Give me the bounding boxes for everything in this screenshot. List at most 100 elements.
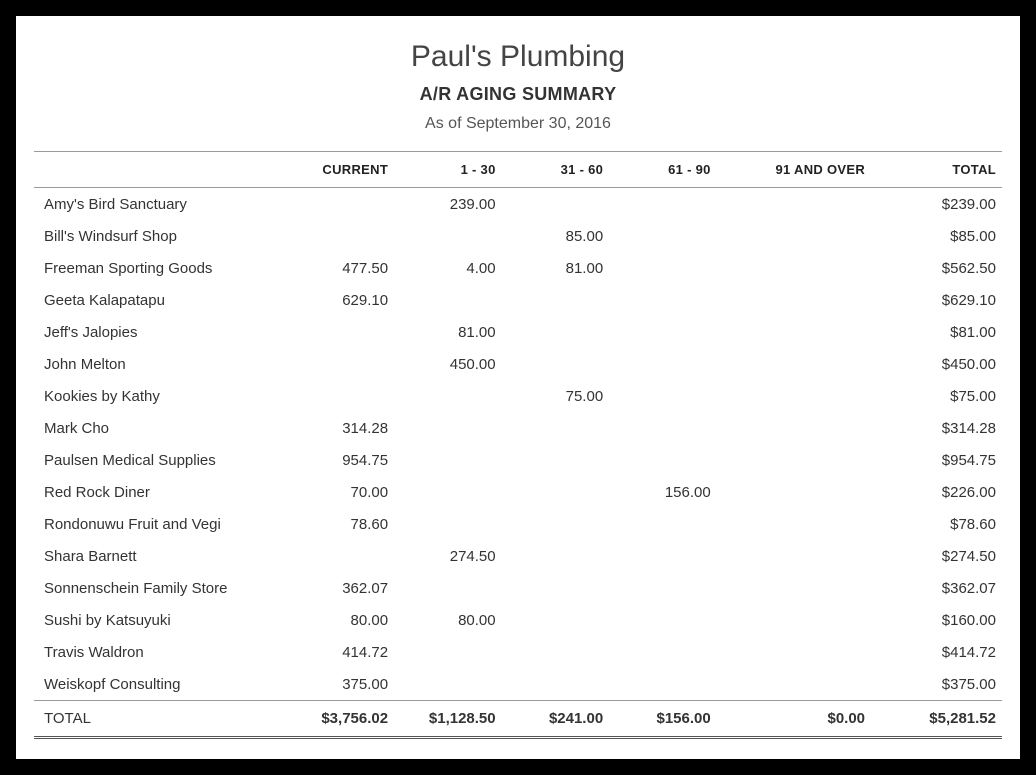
total-31-60: $241.00 xyxy=(502,701,610,738)
cell-1-30: 81.00 xyxy=(394,316,502,348)
cell-customer-name: Geeta Kalapatapu xyxy=(34,284,287,316)
table-row: Rondonuwu Fruit and Vegi78.60$78.60 xyxy=(34,508,1002,540)
cell-current: 414.72 xyxy=(287,636,395,668)
col-header-91-over: 91 AND OVER xyxy=(717,152,871,188)
cell-31-60 xyxy=(502,444,610,476)
cell-customer-name: Shara Barnett xyxy=(34,540,287,572)
cell-total: $954.75 xyxy=(871,444,1002,476)
table-row: Freeman Sporting Goods477.504.0081.00$56… xyxy=(34,252,1002,284)
cell-1-30 xyxy=(394,636,502,668)
table-row: Jeff's Jalopies 81.00 $81.00 xyxy=(34,316,1002,348)
cell-customer-name: Jeff's Jalopies xyxy=(34,316,287,348)
cell-total: $85.00 xyxy=(871,220,1002,252)
cell-61-90 xyxy=(609,412,717,444)
table-header-row: CURRENT 1 - 30 31 - 60 61 - 90 91 AND OV… xyxy=(34,152,1002,188)
cell-1-30 xyxy=(394,476,502,508)
cell-current: 362.07 xyxy=(287,572,395,604)
cell-31-60: 81.00 xyxy=(502,252,610,284)
cell-total: $75.00 xyxy=(871,380,1002,412)
report-header: Paul's Plumbing A/R AGING SUMMARY As of … xyxy=(34,40,1002,133)
table-row: Bill's Windsurf Shop85.00$85.00 xyxy=(34,220,1002,252)
table-row: Shara Barnett 274.50 $274.50 xyxy=(34,540,1002,572)
cell-current: 314.28 xyxy=(287,412,395,444)
cell-1-30: 4.00 xyxy=(394,252,502,284)
cell-total: $78.60 xyxy=(871,508,1002,540)
total-grand: $5,281.52 xyxy=(871,701,1002,738)
cell-91-over xyxy=(717,220,871,252)
cell-total: $81.00 xyxy=(871,316,1002,348)
col-header-name xyxy=(34,152,287,188)
cell-61-90 xyxy=(609,604,717,636)
table-row: Weiskopf Consulting375.00$375.00 xyxy=(34,668,1002,701)
cell-31-60 xyxy=(502,476,610,508)
cell-31-60: 75.00 xyxy=(502,380,610,412)
cell-31-60 xyxy=(502,636,610,668)
cell-1-30: 239.00 xyxy=(394,188,502,221)
table-row: Travis Waldron414.72$414.72 xyxy=(34,636,1002,668)
cell-customer-name: Paulsen Medical Supplies xyxy=(34,444,287,476)
aging-table: CURRENT 1 - 30 31 - 60 61 - 90 91 AND OV… xyxy=(34,151,1002,739)
cell-1-30 xyxy=(394,668,502,701)
cell-1-30 xyxy=(394,220,502,252)
table-row: Amy's Bird Sanctuary239.00$239.00 xyxy=(34,188,1002,221)
cell-31-60 xyxy=(502,668,610,701)
cell-61-90 xyxy=(609,636,717,668)
total-61-90: $156.00 xyxy=(609,701,717,738)
total-1-30: $1,128.50 xyxy=(394,701,502,738)
cell-customer-name: John Melton xyxy=(34,348,287,380)
cell-91-over xyxy=(717,604,871,636)
cell-91-over xyxy=(717,636,871,668)
cell-current: 80.00 xyxy=(287,604,395,636)
cell-customer-name: Mark Cho xyxy=(34,412,287,444)
total-label: TOTAL xyxy=(34,701,287,738)
cell-61-90 xyxy=(609,508,717,540)
cell-1-30 xyxy=(394,380,502,412)
cell-1-30: 450.00 xyxy=(394,348,502,380)
cell-61-90 xyxy=(609,220,717,252)
cell-91-over xyxy=(717,476,871,508)
cell-total: $414.72 xyxy=(871,636,1002,668)
cell-61-90 xyxy=(609,380,717,412)
cell-91-over xyxy=(717,444,871,476)
total-91-over: $0.00 xyxy=(717,701,871,738)
cell-customer-name: Freeman Sporting Goods xyxy=(34,252,287,284)
cell-61-90 xyxy=(609,572,717,604)
cell-31-60 xyxy=(502,316,610,348)
as-of-date: As of September 30, 2016 xyxy=(34,115,1002,133)
cell-61-90 xyxy=(609,188,717,221)
cell-total: $274.50 xyxy=(871,540,1002,572)
table-row: Red Rock Diner70.00156.00$226.00 xyxy=(34,476,1002,508)
cell-current: 78.60 xyxy=(287,508,395,540)
cell-91-over xyxy=(717,380,871,412)
col-header-1-30: 1 - 30 xyxy=(394,152,502,188)
table-row: Paulsen Medical Supplies954.75 $954.75 xyxy=(34,444,1002,476)
cell-current xyxy=(287,316,395,348)
cell-current xyxy=(287,220,395,252)
table-row: Kookies by Kathy 75.00 $75.00 xyxy=(34,380,1002,412)
cell-1-30: 274.50 xyxy=(394,540,502,572)
cell-customer-name: Bill's Windsurf Shop xyxy=(34,220,287,252)
cell-current: 954.75 xyxy=(287,444,395,476)
table-row: Sushi by Katsuyuki80.0080.00$160.00 xyxy=(34,604,1002,636)
cell-current xyxy=(287,380,395,412)
cell-91-over xyxy=(717,284,871,316)
cell-total: $362.07 xyxy=(871,572,1002,604)
cell-total: $239.00 xyxy=(871,188,1002,221)
cell-total: $375.00 xyxy=(871,668,1002,701)
table-row: Mark Cho314.28$314.28 xyxy=(34,412,1002,444)
cell-91-over xyxy=(717,540,871,572)
cell-current: 70.00 xyxy=(287,476,395,508)
cell-1-30 xyxy=(394,444,502,476)
cell-1-30 xyxy=(394,412,502,444)
cell-31-60 xyxy=(502,508,610,540)
cell-91-over xyxy=(717,572,871,604)
cell-61-90 xyxy=(609,668,717,701)
cell-current: 629.10 xyxy=(287,284,395,316)
cell-customer-name: Kookies by Kathy xyxy=(34,380,287,412)
cell-61-90 xyxy=(609,444,717,476)
cell-current xyxy=(287,348,395,380)
cell-total: $562.50 xyxy=(871,252,1002,284)
company-name: Paul's Plumbing xyxy=(34,40,1002,74)
cell-1-30 xyxy=(394,572,502,604)
cell-1-30 xyxy=(394,284,502,316)
